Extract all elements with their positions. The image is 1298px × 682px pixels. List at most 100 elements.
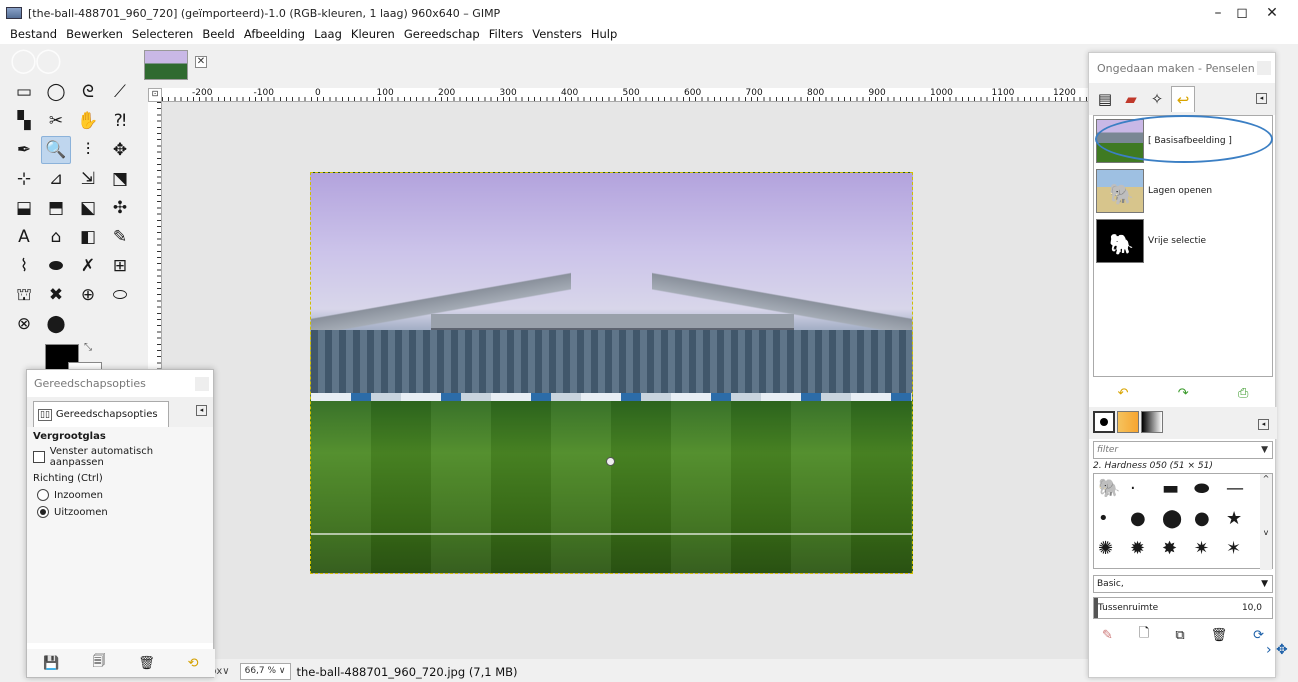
chevron-down-icon[interactable]: ▼: [1261, 576, 1268, 592]
tool-icon[interactable]: ⌂: [41, 223, 71, 251]
chevron-down-icon[interactable]: ▼: [1261, 442, 1268, 458]
menu-filters[interactable]: Filters: [489, 27, 523, 41]
refresh-brushes-icon[interactable]: ⟳: [1253, 628, 1264, 643]
tool-icon[interactable]: ⬒: [41, 194, 71, 222]
ruler-corner-icon[interactable]: ⊡: [148, 88, 162, 102]
tool-icon[interactable]: ✋: [73, 107, 103, 135]
menu-bewerken[interactable]: Bewerken: [66, 27, 123, 41]
tab-layers-icon[interactable]: ▤: [1093, 86, 1117, 112]
auto-resize-checkbox[interactable]: [33, 451, 45, 463]
tool-icon[interactable]: ⟋: [105, 78, 135, 106]
history-item[interactable]: Lagen openen: [1094, 166, 1272, 216]
menu-afbeelding[interactable]: Afbeelding: [244, 27, 305, 41]
tool-icon[interactable]: ⬔: [105, 165, 135, 193]
undo-icon[interactable]: ↶: [1118, 386, 1129, 401]
tool-icon[interactable]: ◯: [41, 78, 71, 106]
tool-icon[interactable]: ✒: [9, 136, 39, 164]
brush-swatch[interactable]: ▬: [1162, 480, 1179, 498]
dock-close-icon[interactable]: [1257, 61, 1271, 75]
tool-icon[interactable]: ⬭: [105, 281, 135, 309]
delete-options-icon[interactable]: 🗑: [138, 656, 155, 671]
redo-icon[interactable]: ↷: [1178, 386, 1189, 401]
menu-laag[interactable]: Laag: [314, 27, 342, 41]
menu-gereedschap[interactable]: Gereedschap: [404, 27, 480, 41]
tab-brushes-icon[interactable]: [1093, 411, 1115, 433]
tool-icon[interactable]: ▭: [9, 78, 39, 106]
brush-swatch[interactable]: ★: [1226, 510, 1242, 528]
tool-icon[interactable]: ✣: [105, 194, 135, 222]
dock-tab-menu-icon[interactable]: ◂: [1256, 93, 1267, 104]
clear-history-icon[interactable]: ⎙: [1238, 386, 1248, 401]
tool-icon[interactable]: ▚: [9, 107, 39, 135]
tool-icon[interactable]: ⊹: [9, 165, 39, 193]
tool-options-close-icon[interactable]: [195, 376, 209, 391]
brush-tab-menu-icon[interactable]: ◂: [1258, 419, 1269, 430]
tab-patterns-icon[interactable]: [1117, 411, 1139, 433]
brush-swatch[interactable]: ✷: [1194, 540, 1209, 558]
menu-vensters[interactable]: Vensters: [532, 27, 582, 41]
tool-icon[interactable]: ◧: [73, 223, 103, 251]
tool-icon[interactable]: ✗: [73, 252, 103, 280]
tool-icon[interactable]: A: [9, 223, 39, 251]
reset-options-icon[interactable]: ⟲: [188, 656, 199, 671]
tool-icon[interactable]: ⫶: [73, 136, 103, 164]
brush-swatch[interactable]: ·: [1130, 480, 1136, 498]
tab-undo-history-icon[interactable]: ↩: [1171, 86, 1195, 112]
history-item[interactable]: Vrije selectie: [1094, 216, 1272, 266]
brush-swatch[interactable]: —: [1226, 480, 1244, 498]
restore-options-icon[interactable]: 🗐: [92, 652, 105, 674]
tool-icon[interactable]: ⊞: [105, 252, 135, 280]
tool-icon[interactable]: ✖: [41, 281, 71, 309]
duplicate-brush-icon[interactable]: ⧉: [1175, 628, 1184, 643]
tab-gradients-icon[interactable]: [1141, 411, 1163, 433]
brush-swatch[interactable]: ✸: [1162, 540, 1177, 558]
tool-icon[interactable]: ⬓: [9, 194, 39, 222]
brush-swatch[interactable]: ⬤: [1162, 510, 1182, 528]
tool-icon[interactable]: ⇲: [73, 165, 103, 193]
tool-icon[interactable]: ᘓ: [73, 78, 103, 106]
menu-kleuren[interactable]: Kleuren: [351, 27, 395, 41]
zoom-in-option[interactable]: Inzoomen: [37, 489, 207, 501]
tab-paths-icon[interactable]: ✧: [1145, 86, 1169, 112]
brush-swatch[interactable]: ✺: [1098, 540, 1113, 558]
tool-icon[interactable]: ⬕: [73, 194, 103, 222]
spacing-slider[interactable]: Tussenruimte 10,0: [1093, 597, 1273, 619]
zoom-out-option[interactable]: Uitzoomen: [37, 506, 207, 518]
new-brush-icon[interactable]: 🗋: [1139, 624, 1149, 646]
brush-set-select[interactable]: Basic, ▼: [1093, 575, 1273, 593]
zoom-selector[interactable]: 66,7 % ∨: [239, 663, 291, 680]
brush-swatch[interactable]: ●: [1130, 510, 1146, 528]
tool-icon[interactable]: 🔍: [41, 136, 71, 164]
brush-swatch[interactable]: 🐘: [1098, 480, 1120, 498]
delete-brush-icon[interactable]: 🗑: [1211, 628, 1228, 643]
auto-resize-option[interactable]: Venster automatisch aanpassen: [33, 446, 207, 468]
brush-swatch[interactable]: ✶: [1226, 540, 1241, 558]
brush-swatch[interactable]: ⬬: [1194, 480, 1209, 498]
brush-scrollbar[interactable]: ^ v: [1260, 474, 1272, 570]
menu-hulp[interactable]: Hulp: [591, 27, 617, 41]
tool-icon[interactable]: ⛫: [9, 281, 39, 309]
brush-filter-input[interactable]: filter ▼: [1093, 441, 1273, 459]
edit-brush-icon[interactable]: ✎: [1102, 628, 1113, 643]
brush-swatch[interactable]: ●: [1194, 510, 1210, 528]
menu-bestand[interactable]: Bestand: [10, 27, 57, 41]
navigate-icon[interactable]: › ✥: [1266, 642, 1288, 658]
menu-selecteren[interactable]: Selecteren: [132, 27, 193, 41]
tool-icon[interactable]: ⊗: [9, 310, 39, 338]
tool-icon[interactable]: ⬤: [41, 310, 71, 338]
canvas-image[interactable]: [310, 172, 913, 574]
close-button[interactable]: ✕: [1252, 0, 1292, 26]
swap-colors-icon[interactable]: ⤡: [84, 342, 92, 353]
brush-swatch[interactable]: ✹: [1130, 540, 1145, 558]
close-image-tab-icon[interactable]: ✕: [195, 56, 207, 68]
tool-icon[interactable]: ✎: [105, 223, 135, 251]
save-options-icon[interactable]: 💾: [43, 656, 59, 671]
tool-icon[interactable]: ⬬: [41, 252, 71, 280]
tool-icon[interactable]: ⁈: [105, 107, 135, 135]
tab-tool-options[interactable]: ▯▯ Gereedschapsopties: [33, 401, 169, 427]
zoom-in-radio[interactable]: [37, 489, 49, 501]
tool-icon[interactable]: ✥: [105, 136, 135, 164]
brush-swatch[interactable]: •: [1098, 510, 1109, 528]
tool-icon[interactable]: ✂: [41, 107, 71, 135]
tool-icon[interactable]: ⊿: [41, 165, 71, 193]
